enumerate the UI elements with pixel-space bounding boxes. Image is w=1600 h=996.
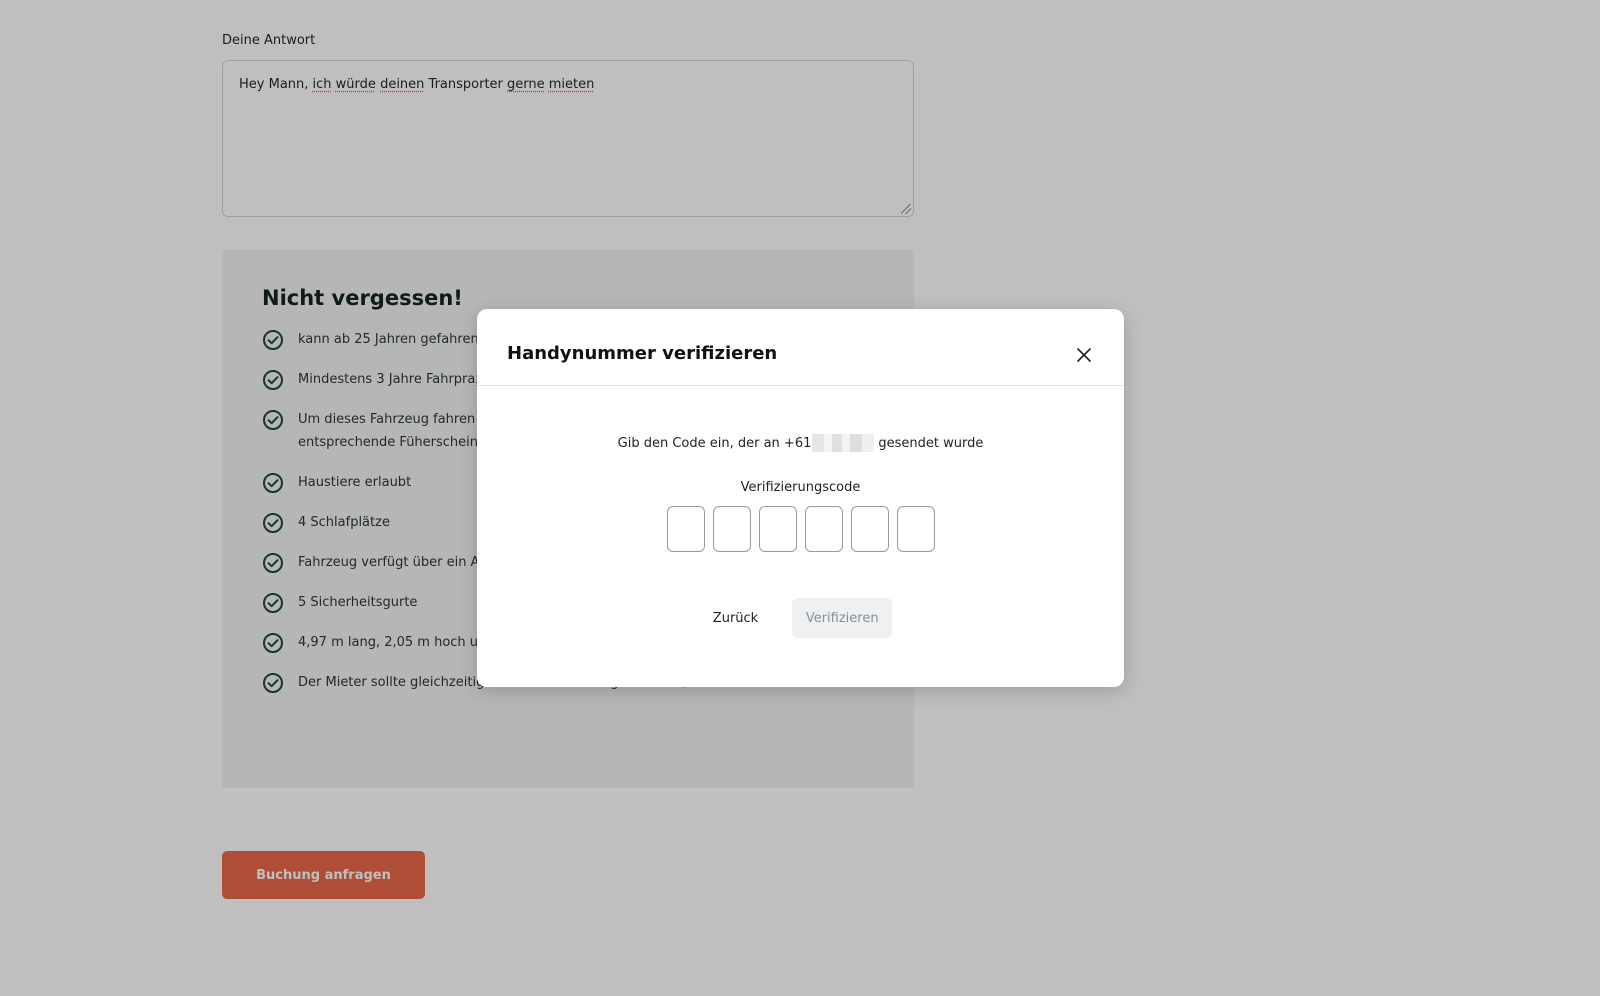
instruction-suffix: gesendet wurde (878, 435, 984, 451)
modal-body: Gib den Code ein, der an +61 gesendet wu… (477, 434, 1124, 638)
masked-phone-number (812, 434, 875, 452)
verify-phone-modal: Handynummer verifizieren Gib den Code ei… (477, 309, 1124, 687)
modal-header: Handynummer verifizieren (477, 309, 1124, 386)
close-icon (1077, 348, 1091, 362)
code-digit-input-4[interactable] (804, 506, 843, 552)
instruction-text: Gib den Code ein, der an +61 gesendet wu… (477, 434, 1124, 452)
close-button[interactable] (1074, 345, 1094, 365)
modal-title: Handynummer verifizieren (507, 343, 778, 364)
back-button[interactable]: Zurück (713, 611, 758, 626)
code-digit-input-2[interactable] (712, 506, 751, 552)
code-digit-input-5[interactable] (850, 506, 889, 552)
code-label: Verifizierungscode (740, 480, 861, 495)
code-digit-input-6[interactable] (896, 506, 935, 552)
instruction-prefix: Gib den Code ein, der an +61 (617, 435, 812, 451)
code-digit-input-1[interactable] (666, 506, 705, 552)
modal-actions: Zurück Verifizieren (477, 598, 1124, 638)
code-inputs (477, 506, 1124, 552)
verify-button[interactable]: Verifizieren (792, 598, 893, 638)
code-digit-input-3[interactable] (758, 506, 797, 552)
